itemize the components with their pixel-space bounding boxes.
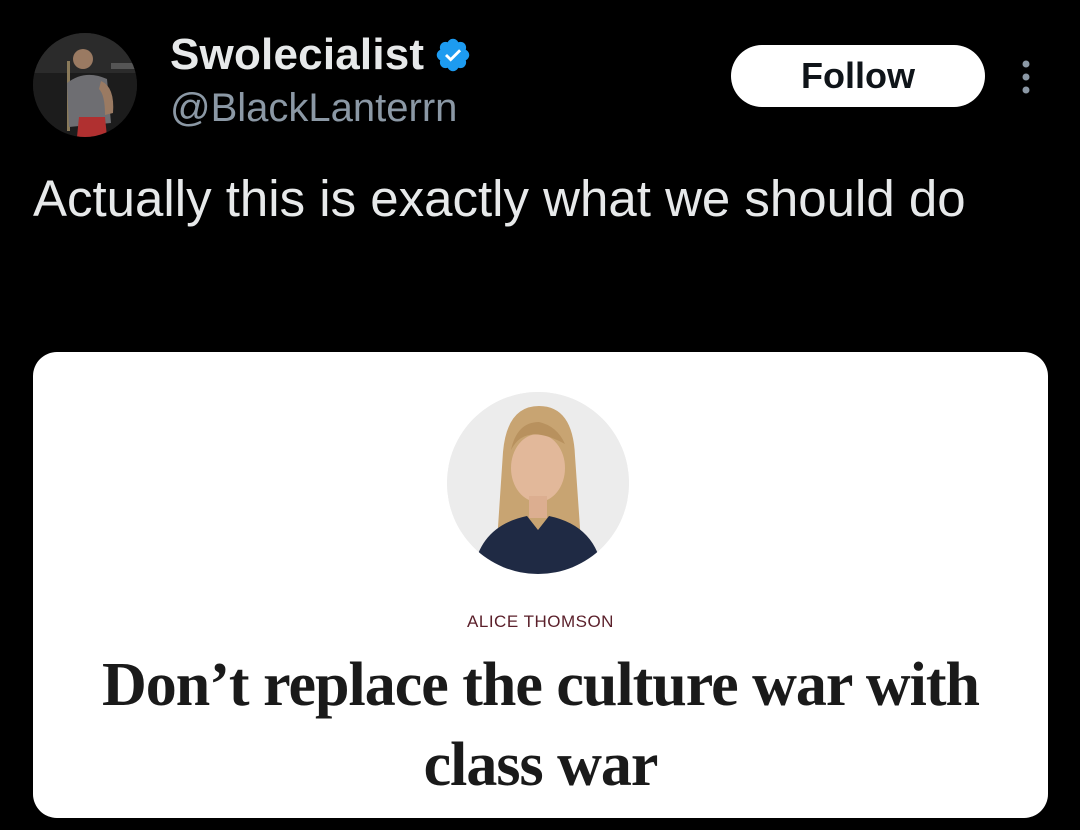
article-card[interactable]: ALICE THOMSON Don’t replace the culture … xyxy=(33,352,1048,818)
follow-button[interactable]: Follow xyxy=(731,45,985,107)
post: Swolecialist @BlackLanterrn Follow Actua… xyxy=(0,0,1080,830)
verified-badge-icon xyxy=(434,36,472,74)
author-portrait-icon xyxy=(447,392,629,574)
article-byline: ALICE THOMSON xyxy=(467,612,614,631)
display-name[interactable]: Swolecialist xyxy=(170,30,424,80)
handle[interactable]: @BlackLanterrn xyxy=(170,86,457,131)
article-headline: Don’t replace the culture war with class… xyxy=(102,651,980,799)
profile-photo-icon xyxy=(33,33,137,137)
tweet-text: Actually this is exactly what we should … xyxy=(33,170,966,227)
vertical-ellipsis-icon[interactable] xyxy=(1014,58,1038,96)
avatar[interactable] xyxy=(33,33,137,137)
author-name-row: Swolecialist xyxy=(170,30,472,80)
